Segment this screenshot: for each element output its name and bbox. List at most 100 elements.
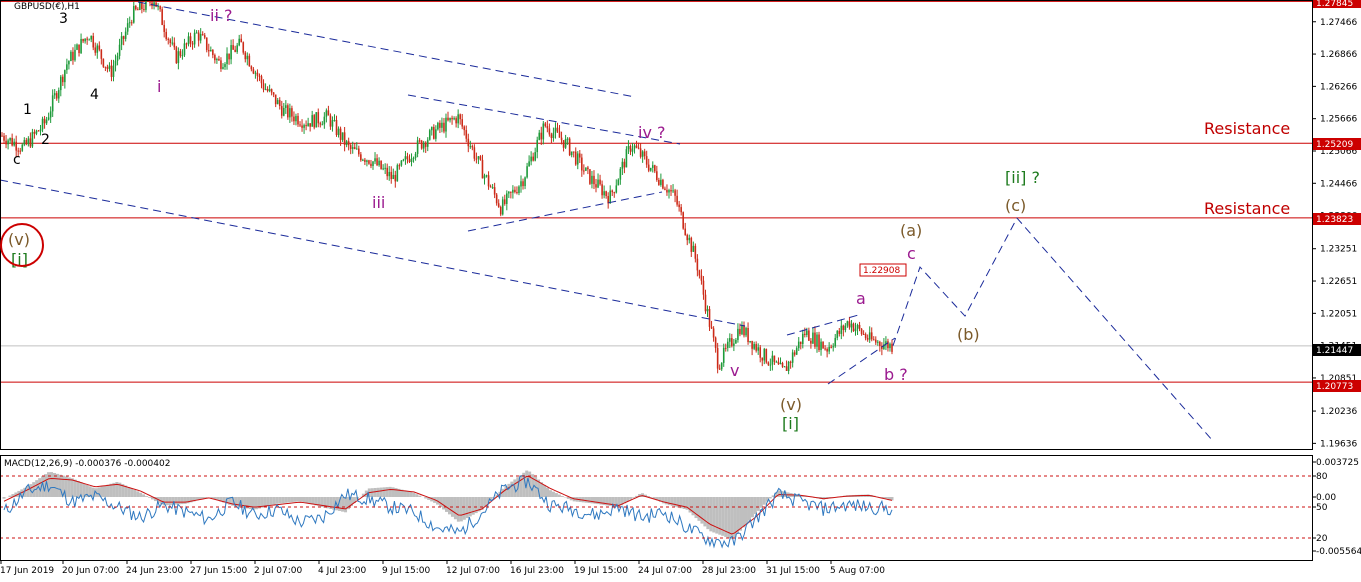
candle-body (135, 6, 137, 10)
candle-body (700, 275, 703, 281)
price-chart-title: GBPUSD(€),H1 (14, 2, 80, 12)
candle-body (737, 328, 739, 340)
candle-body (489, 186, 492, 188)
candle-body (530, 156, 532, 162)
candle-body (453, 118, 455, 120)
candle-body (842, 325, 845, 331)
candle-body (78, 44, 80, 54)
candle-body (694, 245, 697, 259)
candle-body (664, 188, 666, 190)
candle-body (463, 126, 466, 131)
candle-body (708, 308, 711, 327)
candle-body (370, 163, 372, 167)
price-y-tick-label: 1.19636 (1320, 439, 1357, 449)
resistance-label-lower: Resistance (1204, 199, 1290, 218)
candle-body (512, 189, 514, 193)
candle-body (238, 38, 240, 46)
candle-body (362, 159, 364, 161)
candle-body (682, 212, 684, 229)
candle-body (394, 174, 397, 182)
candle-body (597, 179, 599, 188)
wave-label-ii-bracket: [ii] ? (1005, 168, 1040, 187)
candle-body (574, 151, 577, 165)
candle-body (605, 191, 607, 197)
candle-body (349, 145, 352, 149)
candle-body (572, 151, 575, 153)
price-y-tick-label: 1.25666 (1320, 115, 1357, 125)
candle-body (327, 110, 330, 116)
candle-body (155, 2, 157, 7)
x-tick-label: 4 Jul 23:00 (318, 566, 367, 576)
candle-body (29, 138, 32, 147)
wave-label-4: 4 (90, 87, 99, 103)
candle-body (331, 120, 334, 127)
candle-body (731, 338, 733, 346)
candle-body (159, 6, 161, 10)
candle-body (37, 130, 40, 132)
candle-body (552, 132, 555, 139)
wave-label-c-purple: c (907, 244, 916, 263)
price-box-top-label: 1.27845 (1316, 0, 1353, 9)
candle-body (514, 189, 516, 193)
candle-body (852, 323, 855, 332)
candle-body (364, 159, 366, 162)
wave-label-b-paren: (b) (957, 325, 980, 344)
candle-body (714, 337, 717, 349)
candle-body (382, 168, 384, 170)
candle-body (416, 140, 419, 154)
wave-label-ii: ii ? (210, 6, 232, 25)
candle-body (457, 114, 459, 124)
candle-body (278, 100, 281, 106)
price-box-support-label: 1.20773 (1316, 382, 1353, 392)
candle-body (90, 35, 93, 40)
candle-body (426, 139, 429, 147)
candle-body (374, 158, 376, 162)
candle-body (195, 32, 198, 34)
candle-body (390, 171, 393, 180)
price-y-tick-label: 1.26866 (1320, 50, 1357, 60)
candle-body (268, 89, 271, 91)
candle-body (175, 47, 178, 64)
candle-body (441, 122, 443, 128)
candle-body (167, 38, 170, 40)
candle-body (678, 204, 680, 208)
wave-label-c-paren: (c) (1005, 196, 1026, 215)
candle-body (568, 138, 571, 156)
candle-body (822, 341, 824, 349)
candle-body (234, 49, 236, 52)
candle-body (270, 89, 273, 93)
macd-y-tick-label: 80 (1316, 472, 1328, 482)
candle-body (214, 55, 216, 61)
candle-body (647, 164, 650, 171)
candle-body (333, 120, 336, 122)
candle-body (230, 45, 232, 60)
candle-body (611, 190, 614, 193)
candle-body (540, 132, 543, 140)
candle-body (536, 139, 539, 153)
x-tick-label: 24 Jul 07:00 (638, 566, 692, 576)
candle-body (487, 175, 490, 187)
candle-body (613, 192, 616, 194)
candle-body (743, 325, 745, 336)
candle-body (473, 147, 476, 159)
candle-body (100, 49, 103, 59)
x-tick-label: 12 Jul 07:00 (446, 566, 500, 576)
macd-y-tick-label: 0.00 (1316, 493, 1336, 503)
candle-body (62, 76, 64, 83)
candle-body (791, 352, 794, 363)
target-price-box: 1.22908 (859, 263, 907, 277)
candle-body (92, 35, 95, 48)
price-box-resistance-lower: 1.23823 (1313, 213, 1361, 225)
candle-body (475, 158, 478, 160)
candle-body (799, 341, 802, 345)
candle-body (532, 156, 534, 161)
candle-body (272, 92, 275, 95)
candle-body (787, 361, 790, 371)
candle-body (98, 45, 101, 50)
candle-body (759, 347, 762, 358)
candle-body (181, 55, 184, 57)
candle-body (603, 191, 605, 196)
candle-body (773, 355, 776, 362)
candle-body (692, 245, 695, 252)
candle-body (291, 108, 293, 117)
